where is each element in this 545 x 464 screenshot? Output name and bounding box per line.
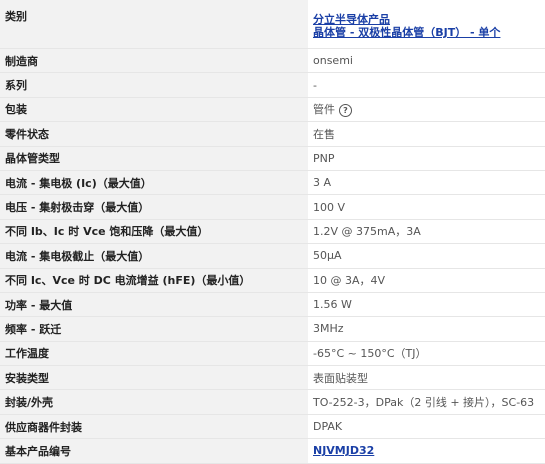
spec-value: - xyxy=(308,72,545,98)
spec-row: 晶体管类型 PNP xyxy=(0,146,545,171)
spec-label: 电流 - 集电极 (Ic)（最大值） xyxy=(0,170,308,196)
spec-row: 包装 管件? xyxy=(0,97,545,123)
spec-value: onsemi xyxy=(308,48,545,74)
spec-value: DPAK xyxy=(308,414,545,440)
spec-value: 1.2V @ 375mA，3A xyxy=(308,219,545,245)
spec-value: 1.56 W xyxy=(308,292,545,318)
spec-label: 电流 - 集电极截止（最大值） xyxy=(0,243,308,269)
spec-label: 电压 - 集射极击穿（最大值） xyxy=(0,194,308,220)
product-spec-table: 类别 分立半导体产品 晶体管 - 双极性晶体管（BJT） - 单个 制造商 on… xyxy=(0,0,545,464)
spec-row: 电压 - 集射极击穿（最大值） 100 V xyxy=(0,194,545,220)
spec-value-packaging: 管件? xyxy=(308,97,545,123)
spec-row: 基本产品编号 NJVMJD32 xyxy=(0,438,545,464)
spec-row: 零件状态 在售 xyxy=(0,121,545,147)
spec-label: 晶体管类型 xyxy=(0,146,308,171)
spec-value-text: 管件 xyxy=(313,103,335,117)
spec-value: 在售 xyxy=(308,121,545,147)
spec-row: 电流 - 集电极截止（最大值） 50µA xyxy=(0,243,545,269)
spec-row: 系列 - xyxy=(0,72,545,98)
spec-label: 零件状态 xyxy=(0,121,308,147)
spec-value: 50µA xyxy=(308,243,545,269)
category-link-bjt-single[interactable]: 晶体管 - 双极性晶体管（BJT） - 单个 xyxy=(313,26,545,39)
category-link-discrete[interactable]: 分立半导体产品 xyxy=(313,13,545,26)
spec-row: 供应商器件封装 DPAK xyxy=(0,414,545,440)
spec-row: 工作温度 -65°C ~ 150°C（TJ） xyxy=(0,341,545,367)
spec-label: 制造商 xyxy=(0,48,308,74)
spec-label: 安装类型 xyxy=(0,365,308,391)
spec-row: 功率 - 最大值 1.56 W xyxy=(0,292,545,318)
spec-label: 不同 Ib、Ic 时 Vce 饱和压降（最大值） xyxy=(0,219,308,245)
spec-row-category: 类别 分立半导体产品 晶体管 - 双极性晶体管（BJT） - 单个 xyxy=(0,0,545,49)
spec-value: 100 V xyxy=(308,194,545,220)
spec-value: 3 A xyxy=(308,170,545,196)
spec-row: 不同 Ic、Vce 时 DC 电流增益 (hFE)（最小值） 10 @ 3A，4… xyxy=(0,268,545,293)
spec-label: 包装 xyxy=(0,97,308,123)
spec-row: 不同 Ib、Ic 时 Vce 饱和压降（最大值） 1.2V @ 375mA，3A xyxy=(0,219,545,245)
spec-label: 基本产品编号 xyxy=(0,438,308,464)
spec-value: 表面贴装型 xyxy=(308,365,545,391)
spec-value: PNP xyxy=(308,146,545,171)
spec-row: 制造商 onsemi xyxy=(0,48,545,74)
spec-label: 供应商器件封装 xyxy=(0,414,308,440)
spec-label: 功率 - 最大值 xyxy=(0,292,308,318)
spec-row: 电流 - 集电极 (Ic)（最大值） 3 A xyxy=(0,170,545,196)
spec-label: 系列 xyxy=(0,72,308,98)
spec-label: 工作温度 xyxy=(0,341,308,367)
spec-label: 封装/外壳 xyxy=(0,389,308,415)
question-circle-icon[interactable]: ? xyxy=(339,103,352,117)
spec-value: TO-252-3，DPak（2 引线 + 接片），SC-63 xyxy=(308,389,545,415)
spec-row: 封装/外壳 TO-252-3，DPak（2 引线 + 接片），SC-63 xyxy=(0,389,545,415)
spec-value-category: 分立半导体产品 晶体管 - 双极性晶体管（BJT） - 单个 xyxy=(308,0,545,49)
base-product-link[interactable]: NJVMJD32 xyxy=(313,444,374,457)
spec-label: 频率 - 跃迁 xyxy=(0,316,308,342)
spec-label: 类别 xyxy=(0,0,308,49)
spec-row: 频率 - 跃迁 3MHz xyxy=(0,316,545,342)
spec-value: 10 @ 3A，4V xyxy=(308,268,545,293)
spec-value: 3MHz xyxy=(308,316,545,342)
spec-row: 安装类型 表面贴装型 xyxy=(0,365,545,391)
spec-label: 不同 Ic、Vce 时 DC 电流增益 (hFE)（最小值） xyxy=(0,268,308,293)
spec-value-base-part: NJVMJD32 xyxy=(308,438,545,464)
spec-value: -65°C ~ 150°C（TJ） xyxy=(308,341,545,367)
